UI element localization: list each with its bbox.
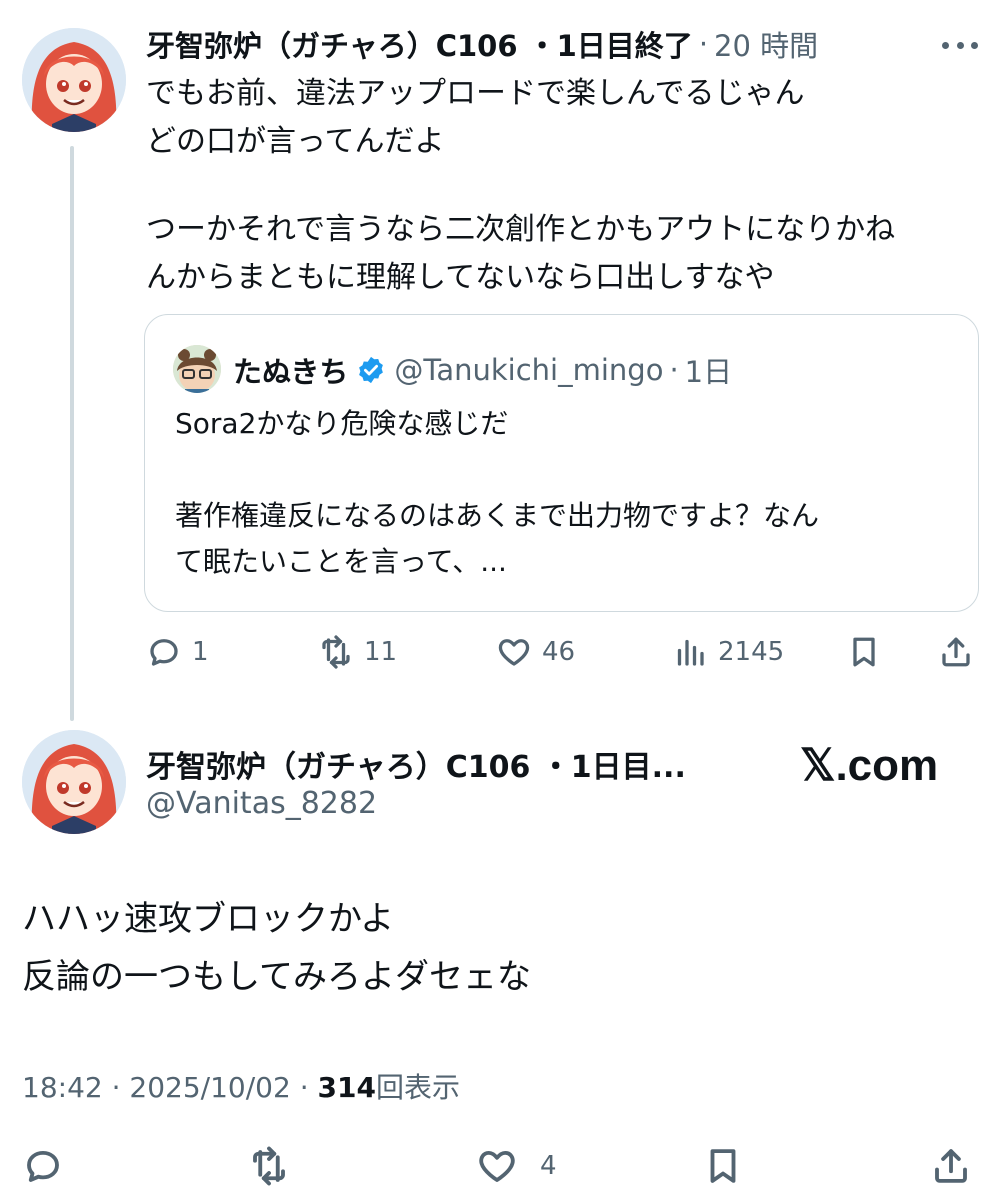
quote-text-line: 著作権違反になるのはあくまで出力物ですよ？なん	[175, 499, 820, 532]
views-chart-icon	[677, 639, 704, 666]
like-count: 46	[542, 637, 576, 667]
avatar-image	[22, 730, 126, 834]
avatar[interactable]	[22, 28, 126, 132]
x-com-logo: 𝕏.com	[800, 741, 939, 790]
views-count: 314	[317, 1071, 376, 1104]
share-icon	[942, 637, 970, 667]
tweet-text-line: でもお前、違法アップロードで楽しんでるじゃん	[146, 76, 805, 111]
tweet-text-line: どの口が言ってんだよ	[146, 124, 445, 159]
reply-button[interactable]: 1	[146, 632, 209, 672]
display-name[interactable]: 牙智弥炉（ガチャろ）C106 ・1日目...	[146, 742, 686, 786]
bookmark-button[interactable]	[846, 632, 882, 672]
views-label: 回表示	[375, 1071, 460, 1104]
quote-text-line: て眠たいことを言って、...	[175, 545, 507, 578]
views-count: 2145	[718, 637, 785, 667]
share-button[interactable]	[938, 632, 974, 672]
tweet-text-line: つーかそれで言うなら二次創作とかもアウトになりかね	[146, 212, 896, 247]
avatar-image	[22, 28, 126, 132]
views-button[interactable]: 2145	[672, 632, 784, 672]
display-name[interactable]: 牙智弥炉（ガチャろ）C106 ・1日目終了	[146, 23, 693, 65]
tweet-meta: 18:42 · 2025/10/02 · 314回表示	[22, 1066, 460, 1106]
bookmark-icon	[710, 1149, 736, 1183]
bookmark-button[interactable]	[702, 1146, 744, 1186]
retweet-button[interactable]: 11	[318, 632, 397, 672]
reply-icon	[27, 1150, 59, 1182]
quote-display-name: たぬきち	[233, 355, 349, 389]
like-count: 4	[540, 1151, 557, 1181]
quote-avatar	[173, 345, 221, 393]
like-button[interactable]: 4	[476, 1146, 557, 1186]
timestamp[interactable]: 20 時間	[714, 23, 818, 65]
thread-connector-line	[70, 146, 74, 721]
retweet-icon	[253, 1146, 285, 1186]
reply-icon	[150, 639, 178, 666]
verified-badge-icon	[359, 356, 384, 384]
reply-count: 1	[192, 637, 209, 667]
user-handle[interactable]: @Vanitas_8282	[146, 786, 377, 821]
avatar[interactable]	[22, 730, 126, 834]
quote-header: たぬきち @Tanukichi_mingo · 1日	[233, 347, 732, 393]
more-horizontal-icon[interactable]	[940, 30, 980, 60]
separator-dot: ·	[111, 1071, 121, 1104]
tweet-header: 牙智弥炉（ガチャろ）C106 ・1日目終了 · 20 時間	[146, 22, 818, 66]
retweet-count: 11	[364, 637, 398, 667]
quoted-tweet-card[interactable]: たぬきち @Tanukichi_mingo · 1日 Sora2かなり危険な感じ…	[144, 314, 979, 612]
share-button[interactable]	[930, 1146, 972, 1186]
tweet-text-line: んからまともに理解してないなら口出しすなや	[146, 260, 775, 295]
like-button[interactable]: 46	[496, 632, 575, 672]
tweet-text-line: 反論の一つもしてみろよダセェな	[22, 957, 531, 997]
quote-text-line: Sora2かなり危険な感じだ	[175, 407, 509, 440]
bookmark-icon	[853, 637, 875, 667]
reply-button[interactable]	[22, 1146, 64, 1186]
heart-icon	[479, 1150, 515, 1182]
share-icon	[935, 1149, 967, 1183]
quote-handle: @Tanukichi_mingo	[394, 353, 664, 387]
post-date[interactable]: 2025/10/02	[129, 1071, 290, 1104]
separator-dot: ·	[669, 353, 679, 387]
retweet-icon	[322, 635, 350, 669]
retweet-button[interactable]	[248, 1146, 290, 1186]
heart-icon	[498, 639, 530, 666]
post-time[interactable]: 18:42	[22, 1071, 103, 1104]
separator-dot: ·	[299, 1071, 309, 1104]
quote-timestamp: 1日	[684, 355, 733, 389]
separator-dot: ·	[698, 27, 709, 61]
quote-avatar-image	[173, 345, 221, 393]
